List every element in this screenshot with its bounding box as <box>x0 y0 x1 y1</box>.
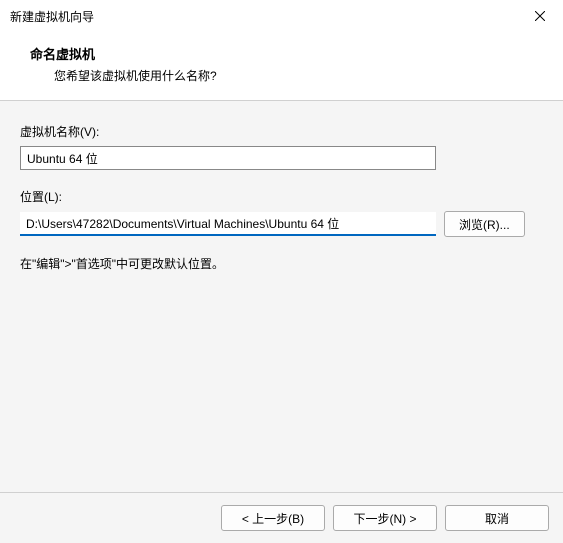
close-button[interactable] <box>517 0 563 32</box>
page-subtitle: 您希望该虚拟机使用什么名称? <box>30 67 547 84</box>
cancel-button[interactable]: 取消 <box>445 505 549 531</box>
close-icon <box>535 11 545 21</box>
vm-name-label: 虚拟机名称(V): <box>20 123 543 140</box>
wizard-header: 命名虚拟机 您希望该虚拟机使用什么名称? <box>0 32 563 101</box>
hint-text: 在"编辑">"首选项"中可更改默认位置。 <box>20 255 543 272</box>
vm-name-input[interactable] <box>20 146 436 170</box>
back-button[interactable]: < 上一步(B) <box>221 505 325 531</box>
wizard-footer: < 上一步(B) 下一步(N) > 取消 <box>0 492 563 543</box>
vm-name-group: 虚拟机名称(V): <box>20 123 543 170</box>
location-input[interactable] <box>20 212 436 236</box>
location-group: 位置(L): 浏览(R)... <box>20 188 543 237</box>
location-row: 浏览(R)... <box>20 211 543 237</box>
browse-button[interactable]: 浏览(R)... <box>444 211 525 237</box>
wizard-content: 虚拟机名称(V): 位置(L): 浏览(R)... 在"编辑">"首选项"中可更… <box>0 101 563 492</box>
location-label: 位置(L): <box>20 188 543 205</box>
titlebar: 新建虚拟机向导 <box>0 0 563 32</box>
page-title: 命名虚拟机 <box>30 44 547 63</box>
window-title: 新建虚拟机向导 <box>10 8 94 25</box>
next-button[interactable]: 下一步(N) > <box>333 505 437 531</box>
